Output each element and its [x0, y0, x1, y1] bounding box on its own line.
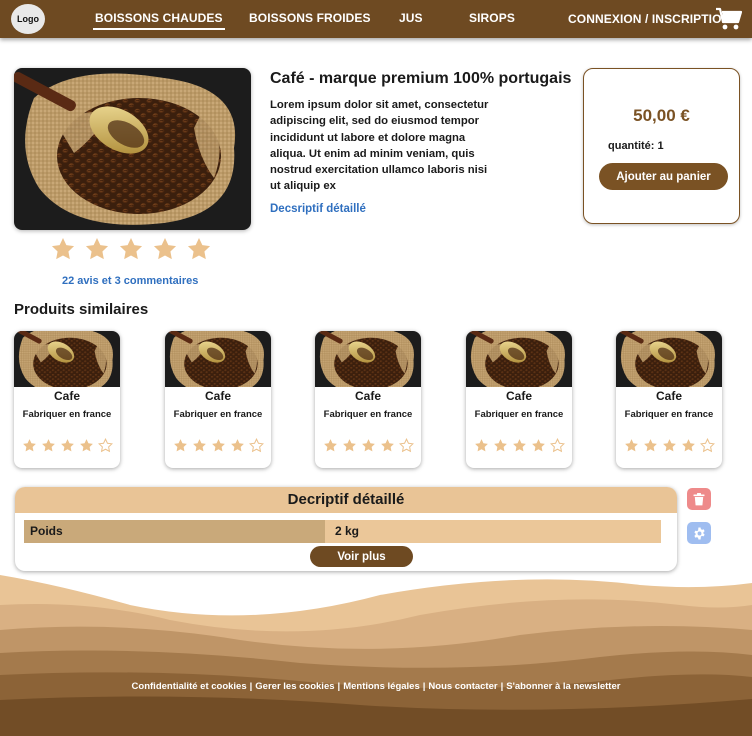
- add-to-cart-button[interactable]: Ajouter au panier: [599, 163, 728, 190]
- product-thumbnail: [466, 331, 572, 387]
- legal-notice-link[interactable]: Mentions légales: [343, 681, 420, 692]
- star-filled-icon: [361, 438, 376, 453]
- top-nav-bar: Logo BOISSONS CHAUDES BOISSONS FROIDES J…: [0, 0, 752, 38]
- product-thumbnail: [315, 331, 421, 387]
- quantity-field[interactable]: quantité: 1: [608, 140, 664, 152]
- card-subtitle: Fabriquer en france: [22, 409, 112, 420]
- star-filled-icon: [118, 236, 144, 262]
- purchase-box: 50,00 € quantité: 1 Ajouter au panier: [583, 68, 740, 224]
- star-filled-icon: [50, 236, 76, 262]
- star-filled-icon: [79, 438, 94, 453]
- similar-product-card[interactable]: Cafe Fabriquer en france: [14, 331, 120, 468]
- star-filled-icon: [380, 438, 395, 453]
- similar-products-title: Produits similaires: [14, 301, 149, 318]
- gear-icon: [693, 527, 705, 539]
- nav-item-jus[interactable]: JUS: [399, 11, 423, 25]
- card-name: Cafe: [204, 389, 231, 403]
- star-filled-icon: [474, 438, 489, 453]
- card-subtitle: Fabriquer en france: [323, 409, 413, 420]
- similar-product-card[interactable]: Cafe Fabriquer en france: [466, 331, 572, 468]
- card-rating: [616, 438, 722, 453]
- reviews-link[interactable]: 22 avis et 3 commentaires: [62, 275, 198, 287]
- footer-links: Confidentialité et cookies | Gerer les coo…: [131, 681, 621, 692]
- privacy-cookies-link[interactable]: Confidentialité et cookies: [132, 681, 247, 692]
- nav-item-boissons-chaudes[interactable]: BOISSONS CHAUDES: [93, 11, 225, 30]
- star-filled-icon: [662, 438, 677, 453]
- details-value: 2 kg: [325, 520, 661, 543]
- star-filled-icon: [643, 438, 658, 453]
- details-title: Decriptif détaillé: [15, 487, 677, 513]
- star-empty-icon: [550, 438, 565, 453]
- product-thumbnail: [165, 331, 271, 387]
- product-title: Café - marque premium 100% portugais: [270, 70, 572, 87]
- manage-cookies-link[interactable]: Gerer les cookies: [255, 681, 334, 692]
- star-filled-icon: [152, 236, 178, 262]
- details-key: Poids: [24, 520, 325, 543]
- card-rating: [14, 438, 120, 453]
- star-filled-icon: [230, 438, 245, 453]
- star-filled-icon: [173, 438, 188, 453]
- card-subtitle: Fabriquer en france: [624, 409, 714, 420]
- nav-item-sirops[interactable]: SIROPS: [469, 11, 515, 25]
- star-filled-icon: [624, 438, 639, 453]
- star-filled-icon: [60, 438, 75, 453]
- star-filled-icon: [512, 438, 527, 453]
- detailed-description-panel: Decriptif détaillé Poids 2 kg Voir plus: [15, 487, 677, 571]
- price: 50,00 €: [633, 106, 690, 125]
- shopping-cart-icon[interactable]: [716, 7, 742, 31]
- delete-button[interactable]: [687, 488, 711, 510]
- details-row: Poids 2 kg: [24, 520, 661, 543]
- footer-background: [0, 575, 752, 736]
- star-empty-icon: [700, 438, 715, 453]
- star-filled-icon: [192, 438, 207, 453]
- similar-product-card[interactable]: Cafe Fabriquer en france: [165, 331, 271, 468]
- star-empty-icon: [249, 438, 264, 453]
- detailed-description-link[interactable]: Decsriptif détaillé: [270, 203, 366, 215]
- nav-item-boissons-froides[interactable]: BOISSONS FROIDES: [249, 11, 371, 25]
- card-name: Cafe: [505, 389, 532, 403]
- similar-product-card[interactable]: Cafe Fabriquer en france: [315, 331, 421, 468]
- card-rating: [466, 438, 572, 453]
- star-filled-icon: [531, 438, 546, 453]
- see-more-button[interactable]: Voir plus: [310, 546, 413, 567]
- star-filled-icon: [493, 438, 508, 453]
- star-filled-icon: [186, 236, 212, 262]
- product-image[interactable]: [14, 68, 251, 230]
- contact-link[interactable]: Nous contacter: [428, 681, 497, 692]
- card-rating: [165, 438, 271, 453]
- card-name: Cafe: [53, 389, 80, 403]
- star-filled-icon: [342, 438, 357, 453]
- star-empty-icon: [98, 438, 113, 453]
- card-subtitle: Fabriquer en france: [173, 409, 263, 420]
- trash-icon: [693, 492, 705, 505]
- product-thumbnail: [616, 331, 722, 387]
- star-filled-icon: [22, 438, 37, 453]
- star-filled-icon: [681, 438, 696, 453]
- star-empty-icon: [399, 438, 414, 453]
- newsletter-link[interactable]: S'abonner à la newsletter: [506, 681, 620, 692]
- product-thumbnail: [14, 331, 120, 387]
- product-description: Lorem ipsum dolor sit amet, consectetur …: [270, 99, 489, 193]
- settings-button[interactable]: [687, 522, 711, 544]
- star-filled-icon: [323, 438, 338, 453]
- star-filled-icon: [211, 438, 226, 453]
- star-filled-icon: [84, 236, 110, 262]
- star-filled-icon: [41, 438, 56, 453]
- logo[interactable]: Logo: [11, 4, 45, 34]
- card-subtitle: Fabriquer en france: [474, 409, 564, 420]
- similar-product-card[interactable]: Cafe Fabriquer en france: [616, 331, 722, 468]
- card-name: Cafe: [354, 389, 381, 403]
- card-rating: [315, 438, 421, 453]
- login-signup-link[interactable]: CONNEXION / INSCRIPTION: [568, 12, 730, 26]
- product-rating: [50, 236, 212, 262]
- card-name: Cafe: [655, 389, 682, 403]
